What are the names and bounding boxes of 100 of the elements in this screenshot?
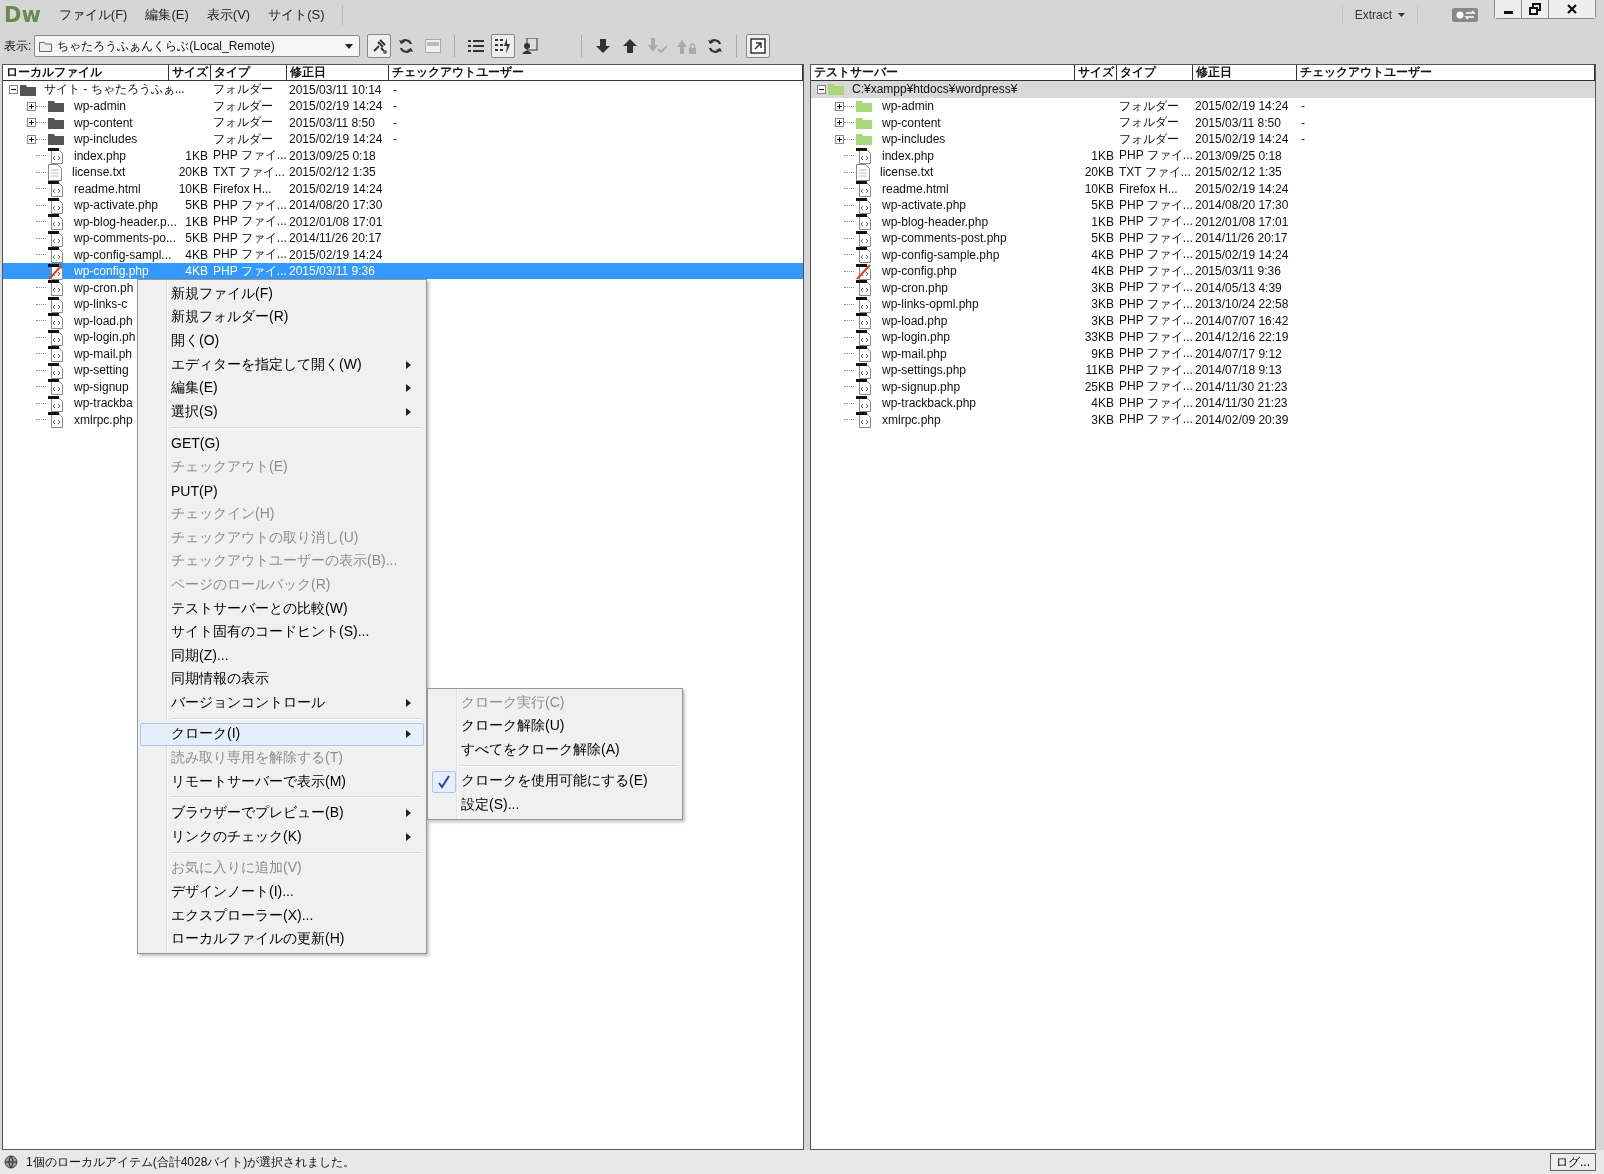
- file-row[interactable]: xmlrpc.php 3KB PHP ファイ... 2014/02/09 20:39: [811, 411, 1595, 428]
- menu-item[interactable]: 設定(S)...: [430, 793, 680, 817]
- file-row[interactable]: wp-settings.php 11KB PHP ファイ... 2014/07/18 9:13: [811, 361, 1595, 378]
- menu-item[interactable]: 編集(E): [140, 376, 424, 400]
- file-row[interactable]: wp-trackback.php 4KB PHP ファイ... 2014/11/30 21:23: [811, 394, 1595, 411]
- menu-item[interactable]: GET(G): [140, 431, 424, 456]
- column-header[interactable]: ローカルファイル: [3, 65, 169, 80]
- tree-toggle[interactable]: [835, 134, 844, 144]
- file-size: 25KB: [1083, 379, 1115, 394]
- file-row[interactable]: wp-admin フォルダー 2015/02/19 14:24 -: [3, 97, 803, 114]
- file-row[interactable]: wp-includes フォルダー 2015/02/19 14:24 -: [3, 130, 803, 147]
- menu-item[interactable]: ファイル(F): [58, 6, 128, 24]
- menu-item[interactable]: 新規ファイル(F): [140, 282, 424, 306]
- tree-toggle[interactable]: [27, 118, 36, 127]
- file-row[interactable]: wp-load.php 3KB PHP ファイ... 2014/07/07 16:42: [811, 312, 1595, 329]
- file-name: xmlrpc.php: [882, 412, 941, 427]
- menu-item[interactable]: 編集(E): [145, 6, 189, 24]
- modified-date: 2014/05/13 4:39: [1194, 280, 1283, 295]
- file-name: wp-signup.php: [882, 379, 961, 394]
- tree-toggle[interactable]: [835, 101, 844, 111]
- close-button[interactable]: [1549, 0, 1595, 18]
- file-row[interactable]: wp-content フォルダー 2015/03/11 8:50 -: [3, 114, 803, 131]
- connect-button[interactable]: [367, 34, 392, 58]
- menu-item[interactable]: ブラウザーでプレビュー(B): [140, 801, 424, 826]
- menu-item[interactable]: ローカルファイルの更新(H): [140, 927, 424, 952]
- column-header[interactable]: サイズ: [1075, 65, 1117, 80]
- file-row[interactable]: readme.html 10KB Firefox H... 2015/02/19 14:24: [811, 180, 1595, 197]
- menu-item[interactable]: バージョンコントロール: [140, 691, 424, 715]
- tree-toggle[interactable]: [835, 118, 844, 127]
- menu-item[interactable]: 同期情報の表示: [140, 667, 424, 692]
- file-row[interactable]: wp-signup.php 25KB PHP ファイ... 2014/11/30 21:23: [811, 378, 1595, 395]
- file-row[interactable]: index.php 1KB PHP ファイ... 2013/09/25 0:18: [811, 147, 1595, 164]
- menu-item[interactable]: サイト(S): [268, 6, 325, 24]
- column-header[interactable]: 修正日: [1193, 65, 1297, 80]
- file-row[interactable]: wp-config-sample.php 4KB PHP ファイ... 2015/02/19 14:24: [811, 246, 1595, 263]
- minimize-button[interactable]: [1495, 0, 1522, 18]
- tree-toggle[interactable]: [817, 84, 826, 94]
- file-row[interactable]: wp-comments-po... 5KB PHP ファイ... 2014/11/26 20:17: [3, 229, 803, 246]
- menu-item[interactable]: クローク解除(U): [430, 714, 680, 738]
- menu-item[interactable]: デザインノート(I)...: [140, 880, 424, 904]
- file-row[interactable]: readme.html 10KB Firefox H... 2015/02/19 14:24: [3, 180, 803, 197]
- file-row[interactable]: wp-mail.php 9KB PHP ファイ... 2014/07/17 9:12: [811, 345, 1595, 362]
- file-row[interactable]: wp-activate.php 5KB PHP ファイ... 2014/08/20 17:30: [811, 196, 1595, 213]
- file-row[interactable]: wp-comments-post.php 5KB PHP ファイ... 2014/11/26 20:17: [811, 229, 1595, 246]
- tree-toggle[interactable]: [27, 134, 36, 144]
- file-row[interactable]: wp-login.php 33KB PHP ファイ... 2014/12/16 22:19: [811, 328, 1595, 345]
- sync-settings-icon[interactable]: [1452, 8, 1478, 22]
- file-row[interactable]: サイト - ちゃたろうふぁ... フォルダー 2015/03/11 10:14 -: [3, 81, 803, 98]
- file-row[interactable]: wp-includes フォルダー 2015/02/19 14:24 -: [811, 130, 1595, 147]
- modified-date: 2014/02/09 20:39: [1194, 412, 1290, 427]
- menu-item[interactable]: エディターを指定して開く(W): [140, 352, 424, 377]
- file-name: wp-trackba: [74, 396, 133, 410]
- file-row[interactable]: index.php 1KB PHP ファイ... 2013/09/25 0:18: [3, 147, 803, 164]
- menu-item[interactable]: 表示(V): [206, 6, 251, 24]
- menu-item[interactable]: 新規フォルダー(R): [140, 305, 424, 330]
- workspace-dropdown[interactable]: Extract: [1341, 6, 1418, 24]
- column-header[interactable]: テストサーバー: [811, 65, 1075, 80]
- file-size: 10KB: [177, 181, 209, 196]
- site-dropdown[interactable]: ちゃたろうふぁんくらぶ(Local_Remote): [34, 35, 361, 57]
- menu-item[interactable]: クローク(I): [140, 722, 424, 747]
- menu-item[interactable]: リンクのチェック(K): [140, 825, 424, 849]
- menu-item[interactable]: クロークを使用可能にする(E): [430, 769, 680, 794]
- file-name: license.txt: [72, 165, 126, 179]
- file-row[interactable]: wp-config-sampl... 4KB PHP ファイ... 2015/02/19 14:24: [3, 246, 803, 263]
- file-type: PHP ファイ...: [1118, 345, 1193, 362]
- modified-date: 2014/08/20 17:30: [288, 198, 384, 212]
- expand-view-button[interactable]: [491, 34, 516, 58]
- file-row[interactable]: wp-blog-header.p... 1KB PHP ファイ... 2012/01/08 17:01: [3, 213, 803, 230]
- menu-item[interactable]: 同期(Z)...: [140, 643, 424, 668]
- menu-item[interactable]: リモートサーバーで表示(M): [140, 769, 424, 794]
- menu-item[interactable]: 開く(O): [140, 329, 424, 353]
- log-button[interactable]: ログ...: [1550, 1153, 1596, 1171]
- menu-item[interactable]: テストサーバーとの比較(W): [140, 596, 424, 621]
- code-file-icon: [48, 361, 64, 379]
- column-header[interactable]: チェックアウトユーザー: [1297, 65, 1595, 80]
- file-row[interactable]: wp-cron.php 3KB PHP ファイ... 2014/05/13 4:39: [811, 279, 1595, 296]
- restore-button[interactable]: [1522, 0, 1549, 18]
- code-file-icon: [48, 279, 64, 296]
- menu-item[interactable]: 選択(S): [140, 399, 424, 424]
- tree-toggle[interactable]: [9, 85, 18, 94]
- column-header[interactable]: 修正日: [287, 65, 389, 80]
- file-row[interactable]: license.txt 20KB TXT ファイ... 2015/02/12 1:35: [3, 163, 803, 180]
- file-row[interactable]: C:¥xampp¥htdocs¥wordpress¥: [811, 81, 1595, 98]
- expand-panel-button[interactable]: [746, 34, 771, 58]
- tree-toggle[interactable]: [27, 101, 36, 111]
- column-header[interactable]: チェックアウトユーザー: [389, 65, 803, 80]
- file-row[interactable]: wp-admin フォルダー 2015/02/19 14:24 -: [811, 97, 1595, 114]
- menu-item[interactable]: エクスプローラー(X)...: [140, 903, 424, 928]
- column-header[interactable]: サイズ: [169, 65, 211, 80]
- column-header[interactable]: タイプ: [211, 65, 287, 80]
- file-row[interactable]: wp-links-opml.php 3KB PHP ファイ... 2013/10/24 22:58: [811, 295, 1595, 312]
- column-header[interactable]: タイプ: [1117, 65, 1193, 80]
- menu-item[interactable]: サイト固有のコードヒント(S)...: [140, 620, 424, 644]
- file-row[interactable]: license.txt 20KB TXT ファイ... 2015/02/12 1:35: [811, 163, 1595, 180]
- file-row[interactable]: wp-content フォルダー 2015/03/11 8:50 -: [811, 114, 1595, 131]
- file-row[interactable]: wp-config.php 4KB PHP ファイ... 2015/03/11 9:36: [811, 262, 1595, 279]
- file-row[interactable]: wp-blog-header.php 1KB PHP ファイ... 2012/01/08 17:01: [811, 213, 1595, 230]
- menu-item[interactable]: PUT(P): [140, 478, 424, 503]
- file-row[interactable]: wp-activate.php 5KB PHP ファイ... 2014/08/20 17:30: [3, 196, 803, 213]
- menu-item[interactable]: すべてをクローク解除(A): [430, 738, 680, 762]
